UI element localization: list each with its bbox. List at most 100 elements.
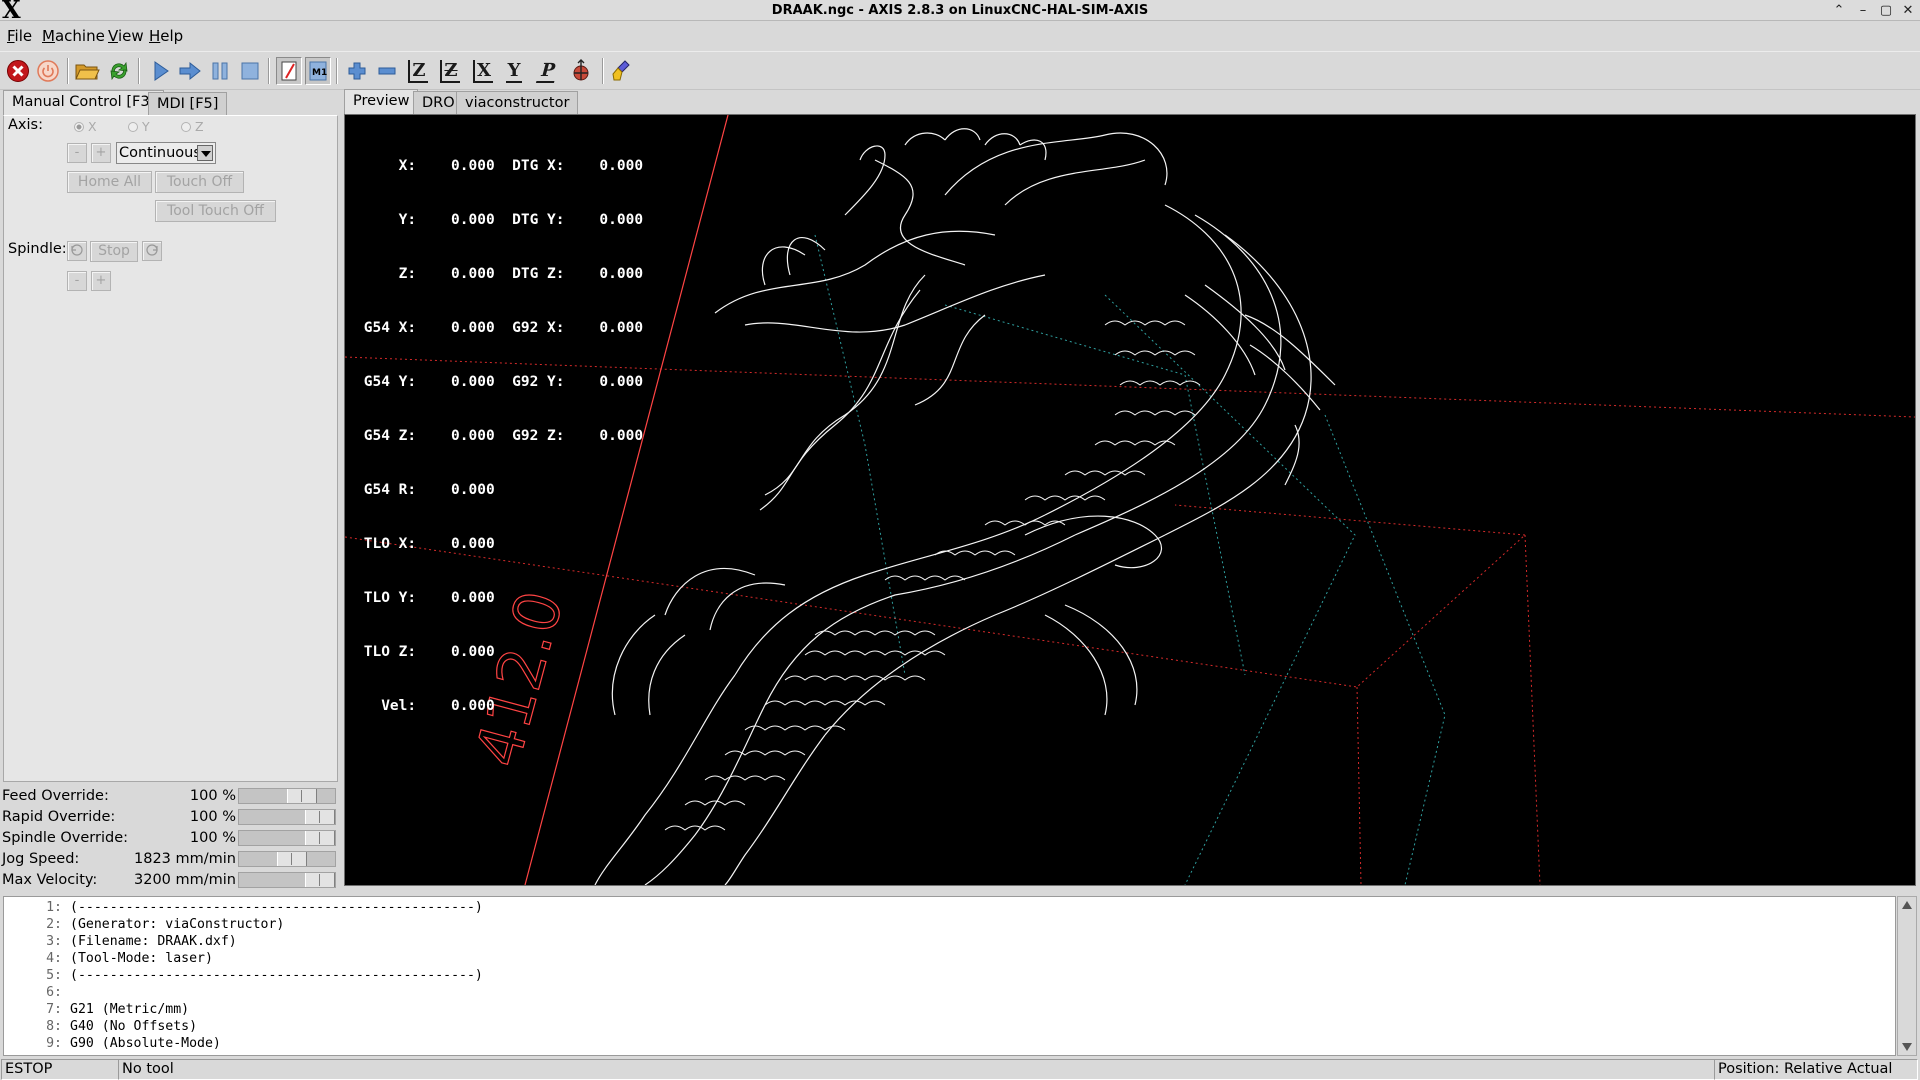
slider-thumb[interactable] (287, 789, 317, 803)
step-button[interactable] (177, 57, 203, 85)
toolbar-separator (138, 58, 140, 84)
dro-line: TLO Y: 0.000 (355, 590, 495, 606)
toolpath (594, 128, 1336, 885)
rotate-view-button[interactable] (568, 57, 594, 85)
gcode-line[interactable]: 2: (Generator: viaConstructor) (4, 916, 284, 933)
rotate-view-icon (573, 59, 589, 81)
dro-line: Z: 0.000 DTG Z: 0.000 (355, 266, 644, 282)
tab-manual-control[interactable]: Manual Control [F3] (3, 90, 165, 117)
view-x-button[interactable]: X (470, 57, 496, 85)
jog-plus-button[interactable]: + (91, 143, 111, 163)
position-mode: Position: Relative Actual (1714, 1059, 1918, 1080)
stop-button[interactable] (237, 57, 263, 85)
block-delete-toggle[interactable] (276, 57, 302, 85)
slider-thumb[interactable] (277, 852, 307, 866)
gcode-line[interactable]: 8: G40 (No Offsets) (4, 1018, 197, 1035)
toolbar: M1 Z Z X Y P (0, 51, 1920, 90)
gcode-scrollbar[interactable] (1897, 896, 1917, 1056)
touch-off-button[interactable]: Touch Off (155, 171, 244, 193)
dro-line: Vel: 0.000 (355, 698, 495, 714)
gcode-line[interactable]: 7: G21 (Metric/mm) (4, 1001, 189, 1018)
home-all-button[interactable]: Home All (67, 171, 152, 193)
menu-bar: File Machine View Help (0, 22, 1920, 49)
toolbar-separator (268, 58, 270, 84)
scroll-down-icon[interactable] (1902, 1043, 1912, 1051)
gcode-line[interactable]: 6: (4, 984, 70, 1001)
step-icon (179, 61, 201, 81)
title-bar: X DRAAK.ngc - AXIS 2.8.3 on LinuxCNC-HAL… (0, 0, 1920, 23)
spindle-override-slider[interactable] (238, 830, 336, 846)
gcode-line[interactable]: 4: (Tool-Mode: laser) (4, 950, 213, 967)
feed-override-value: 100 % (189, 788, 236, 804)
dro-line: G54 X: 0.000 G92 X: 0.000 (355, 320, 644, 336)
gcode-line[interactable]: 5: (-------------------------------------… (4, 967, 483, 984)
spindle-cw-button[interactable] (142, 241, 162, 261)
tab-preview[interactable]: Preview (344, 89, 419, 116)
window-title: DRAAK.ngc - AXIS 2.8.3 on LinuxCNC-HAL-S… (771, 3, 1149, 18)
dro-line: G54 R: 0.000 (355, 482, 495, 498)
gcode-line[interactable]: 9: G90 (Absolute-Mode) (4, 1035, 221, 1052)
scroll-up-icon[interactable] (1902, 901, 1912, 909)
menu-machine[interactable]: Machine (42, 22, 105, 49)
stop-icon (241, 62, 259, 80)
rapid-override-slider[interactable] (238, 809, 336, 825)
view-z-icon: Z (408, 59, 428, 83)
chevron-down-icon[interactable] (197, 145, 213, 161)
pause-button[interactable] (207, 57, 233, 85)
rapid-override-value: 100 % (189, 809, 236, 825)
zoom-in-button[interactable] (344, 57, 370, 85)
view-y-button[interactable]: Y (501, 57, 527, 85)
max-velocity-slider[interactable] (238, 872, 336, 888)
axis-label: Axis: (8, 117, 43, 133)
menu-view[interactable]: View (108, 22, 144, 49)
view-y-icon: Y (505, 59, 523, 83)
gcode-listing[interactable]: 1: (-------------------------------------… (3, 896, 1896, 1056)
menu-file[interactable]: File (7, 22, 32, 49)
gcode-line[interactable]: 3: (Filename: DRAAK.dxf) (4, 933, 237, 950)
tool-touch-off-button[interactable]: Tool Touch Off (155, 200, 276, 222)
block-delete-icon (281, 61, 297, 81)
view-z-button[interactable]: Z (405, 57, 431, 85)
reload-button[interactable] (106, 57, 132, 85)
shade-window-button[interactable]: ⌃ (1829, 1, 1849, 20)
spindle-faster-button[interactable]: + (91, 271, 111, 291)
axis-radio-x[interactable]: X (74, 119, 97, 134)
zoom-out-button[interactable] (374, 57, 400, 85)
machine-state: ESTOP (1, 1059, 119, 1080)
view-p-button[interactable]: P (535, 57, 561, 85)
reload-icon (110, 61, 128, 81)
menu-help[interactable]: Help (149, 22, 183, 49)
rapid-moves (814, 234, 1446, 885)
dro-overlay: X: 0.000 DTG X: 0.000 Y: 0.000 DTG Y: 0.… (355, 121, 643, 751)
minimize-window-button[interactable]: – (1853, 1, 1873, 20)
optional-stop-toggle[interactable]: M1 (305, 57, 331, 85)
jog-speed-slider[interactable] (238, 851, 336, 867)
view-z2-button[interactable]: Z (437, 57, 463, 85)
estop-button[interactable] (5, 57, 31, 85)
toolbar-separator (67, 58, 69, 84)
zoom-out-icon (378, 67, 396, 75)
open-file-button[interactable] (74, 57, 100, 85)
slider-thumb[interactable] (305, 810, 335, 824)
spindle-slower-button[interactable]: - (67, 271, 87, 291)
jog-speed-value: 1823 mm/min (134, 851, 236, 867)
close-window-button[interactable]: ✕ (1898, 1, 1918, 20)
slider-thumb[interactable] (305, 873, 335, 887)
run-button[interactable] (148, 57, 174, 85)
gcode-line[interactable]: 1: (-------------------------------------… (4, 899, 483, 916)
feed-override-slider[interactable] (238, 788, 336, 804)
slider-thumb[interactable] (305, 831, 335, 845)
maximize-window-button[interactable]: ▢ (1876, 1, 1896, 20)
tab-mdi[interactable]: MDI [F5] (148, 92, 228, 116)
run-icon (154, 61, 169, 81)
toolpath-preview[interactable]: 412.0 X: 0.000 DTG X: 0.000 Y: 0.000 DTG… (344, 114, 1916, 886)
machine-power-button[interactable] (35, 57, 61, 85)
jog-minus-button[interactable]: - (67, 143, 87, 163)
clear-plot-button[interactable] (610, 57, 636, 85)
axis-radio-y[interactable]: Y (128, 119, 150, 134)
axis-radio-z[interactable]: Z (181, 119, 204, 134)
spindle-stop-button[interactable]: Stop (90, 241, 138, 262)
view-z2-icon: Z (440, 59, 460, 83)
tab-viaconstructor[interactable]: viaconstructor (456, 91, 579, 115)
spindle-ccw-button[interactable] (67, 241, 87, 261)
